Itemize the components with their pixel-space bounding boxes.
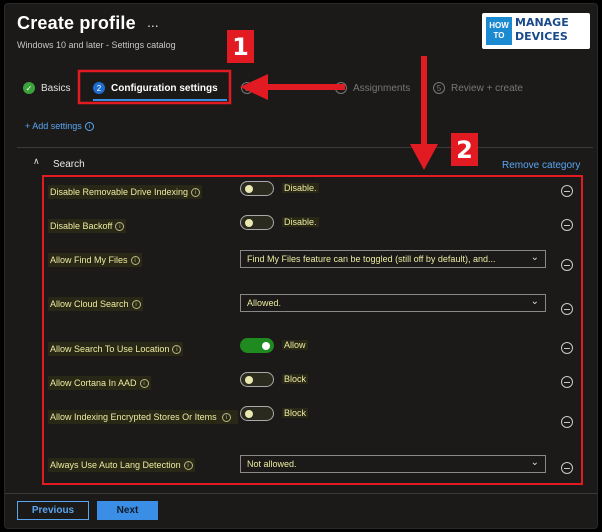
active-tab-indicator xyxy=(93,99,227,101)
tab-assignments[interactable]: Assignments xyxy=(335,82,410,94)
tab-configuration-settings-label: Configuration settings xyxy=(111,82,218,94)
setting-toggle[interactable] xyxy=(240,181,274,196)
remove-setting-icon[interactable] xyxy=(561,462,573,474)
logo-brand-text: MANAGE DEVICES xyxy=(515,16,569,43)
setting-label: Allow Search To Use Location i xyxy=(48,342,184,356)
step-number-icon xyxy=(335,82,347,94)
setting-dropdown[interactable]: Allowed. ⌄ xyxy=(240,294,546,312)
annotation-badge-1: 1 xyxy=(227,30,254,63)
setting-label: Allow Cloud Search i xyxy=(48,297,143,311)
remove-setting-icon[interactable] xyxy=(561,416,573,428)
setting-label: Allow Cortana In AAD i xyxy=(48,376,151,390)
section-divider xyxy=(17,147,593,148)
previous-button[interactable]: Previous xyxy=(17,501,89,520)
step-number-icon: 3 xyxy=(241,82,253,94)
tab-review-create[interactable]: 5 Review + create xyxy=(433,82,523,94)
page-subtitle: Windows 10 and later - Settings catalog xyxy=(17,40,176,50)
logo-how-to-block: HOW TO xyxy=(486,17,512,45)
remove-setting-icon[interactable] xyxy=(561,303,573,315)
footer-divider xyxy=(5,493,597,494)
toggle-knob xyxy=(262,342,270,350)
chevron-down-icon: ⌄ xyxy=(530,252,539,263)
tab-scope-tags[interactable]: 3 xyxy=(241,82,259,94)
toggle-knob xyxy=(245,185,253,193)
howtomanagedevices-logo: HOW TO MANAGE DEVICES xyxy=(482,13,590,49)
setting-toggle[interactable] xyxy=(240,338,274,353)
remove-setting-icon[interactable] xyxy=(561,185,573,197)
more-options-button[interactable]: ... xyxy=(147,14,159,30)
toggle-knob xyxy=(245,219,253,227)
tab-configuration-settings[interactable]: 2 Configuration settings xyxy=(93,82,218,94)
toggle-value: Allow xyxy=(282,340,308,350)
setting-toggle[interactable] xyxy=(240,215,274,230)
info-icon[interactable]: i xyxy=(131,300,141,310)
step-number-icon: 2 xyxy=(93,82,105,94)
chevron-down-icon: ⌄ xyxy=(530,296,539,307)
info-icon[interactable]: i xyxy=(191,188,201,198)
setting-label: Allow Indexing Encrypted Stores Or Items… xyxy=(48,410,238,424)
setting-label: Always Use Auto Lang Detection i xyxy=(48,458,195,472)
toggle-knob xyxy=(245,410,253,418)
info-icon[interactable]: i xyxy=(130,256,140,266)
step-number-icon: 5 xyxy=(433,82,445,94)
info-icon[interactable]: i xyxy=(139,379,149,389)
remove-category-link[interactable]: Remove category xyxy=(502,160,580,171)
setting-dropdown[interactable]: Find My Files feature can be toggled (st… xyxy=(240,250,546,268)
info-icon[interactable]: i xyxy=(183,461,193,471)
category-title: Search xyxy=(53,159,85,170)
next-button[interactable]: Next xyxy=(97,501,158,520)
toggle-value: Disable. xyxy=(282,217,319,227)
tab-assignments-label: Assignments xyxy=(353,82,411,94)
toggle-knob xyxy=(245,376,253,384)
add-settings-link[interactable]: + Add settings i xyxy=(25,121,94,132)
remove-setting-icon[interactable] xyxy=(561,376,573,388)
info-icon: i xyxy=(84,122,94,132)
tab-review-create-label: Review + create xyxy=(451,82,523,94)
chevron-down-icon: ⌄ xyxy=(530,457,539,468)
page-title: Create profile xyxy=(17,13,136,33)
collapse-chevron-icon[interactable]: ∧ xyxy=(33,156,40,167)
setting-label: Allow Find My Files i xyxy=(48,253,142,267)
setting-dropdown[interactable]: Not allowed. ⌄ xyxy=(240,455,546,473)
info-icon[interactable]: i xyxy=(222,413,232,423)
toggle-value: Block xyxy=(282,408,309,418)
toggle-value: Disable. xyxy=(282,183,319,193)
info-icon[interactable]: i xyxy=(172,345,182,355)
setting-label: Disable Backoff i xyxy=(48,219,127,233)
setting-toggle[interactable] xyxy=(240,406,274,421)
remove-setting-icon[interactable] xyxy=(561,219,573,231)
tab-basics-label: Basics xyxy=(41,82,71,94)
toggle-value: Block xyxy=(282,374,309,384)
tab-basics[interactable]: ✓ Basics xyxy=(23,82,70,94)
remove-setting-icon[interactable] xyxy=(561,259,573,271)
check-icon: ✓ xyxy=(23,82,35,94)
info-icon[interactable]: i xyxy=(115,222,125,232)
setting-toggle[interactable] xyxy=(240,372,274,387)
setting-label: Disable Removable Drive Indexing i xyxy=(48,185,203,199)
remove-setting-icon[interactable] xyxy=(561,342,573,354)
annotation-badge-2: 2 xyxy=(451,133,478,166)
